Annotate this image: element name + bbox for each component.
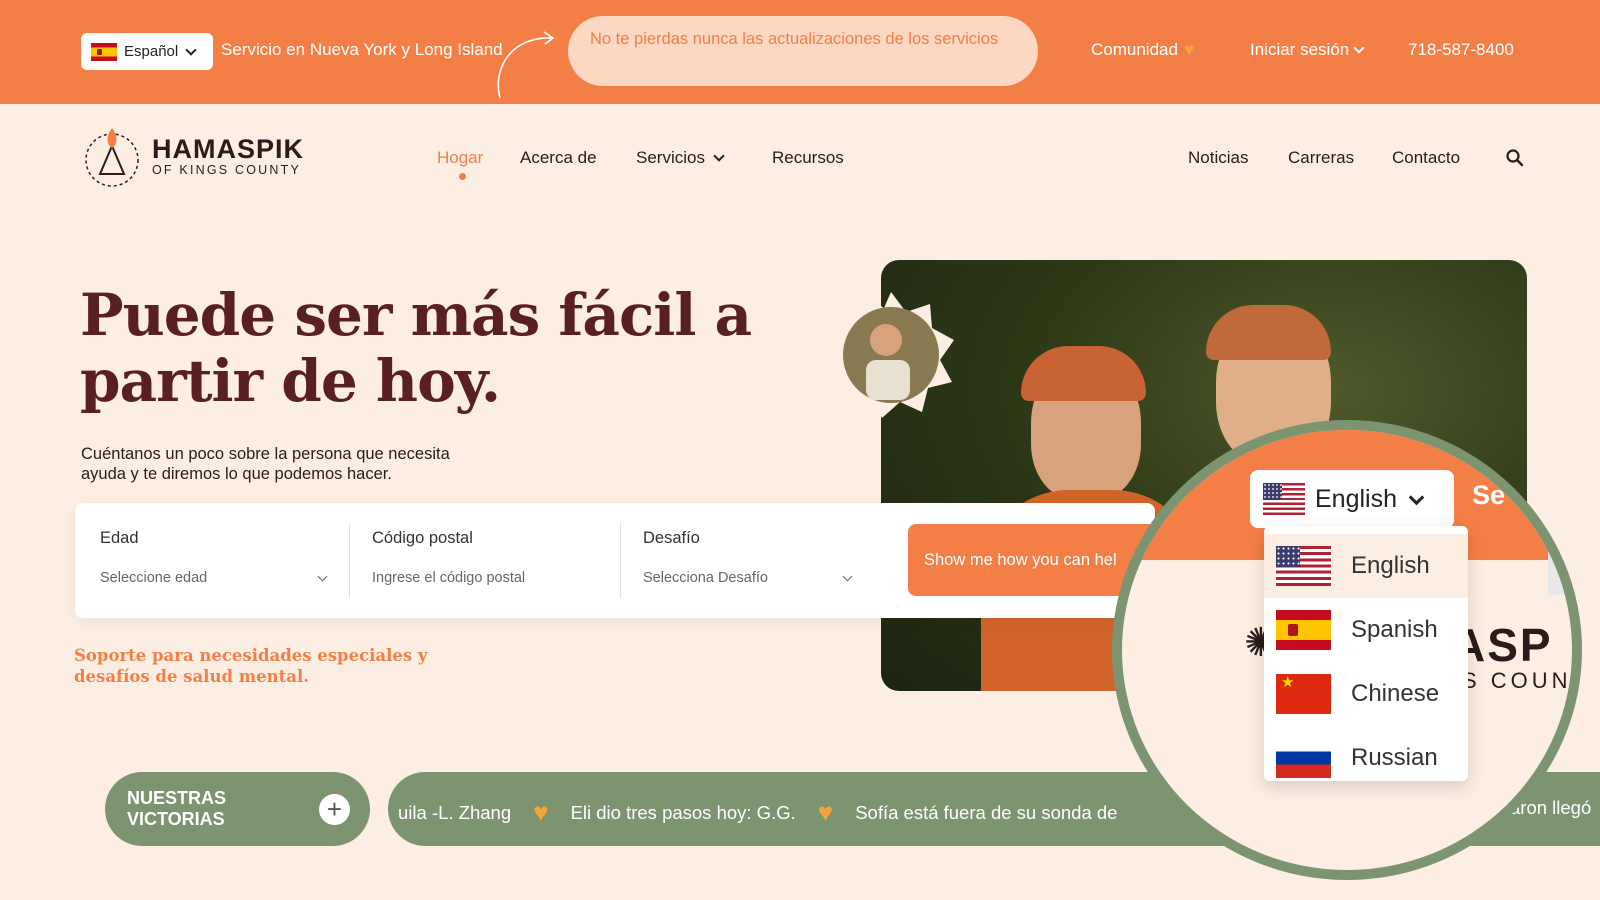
nav-contact[interactable]: Contacto [1392, 148, 1460, 168]
chevron-down-icon [185, 43, 197, 56]
top-bar: Español Servicio en Nueva York y Long Is… [0, 0, 1600, 104]
man-cap [1206, 305, 1331, 360]
us-flag-icon [1276, 546, 1331, 586]
zoom-person-figure [1542, 459, 1572, 595]
zip-label: Código postal [372, 529, 473, 547]
search-icon[interactable] [1505, 148, 1525, 168]
logo-flame-icon [85, 128, 139, 187]
nav-services[interactable]: Servicios [636, 148, 725, 168]
photo-badge [828, 292, 954, 418]
language-option-label: English [1351, 552, 1430, 579]
logo-subtitle: OF KINGS COUNTY [152, 162, 301, 177]
heart-icon: ♥ [533, 797, 549, 827]
curved-arrow-icon [497, 31, 555, 99]
hero-subtitle: Cuéntanos un poco sobre la persona que n… [81, 445, 450, 483]
victories-label: NUESTRAS VICTORIAS [127, 788, 227, 829]
language-option-spanish[interactable]: Spanish [1264, 598, 1468, 662]
heart-icon: ♥ [817, 797, 834, 827]
community-label: Comunidad [1091, 40, 1178, 59]
nav-resources[interactable]: Recursos [772, 148, 844, 168]
language-option-russian[interactable]: Russian [1264, 726, 1468, 790]
challenge-field[interactable]: Desafío Selecciona Desafío [618, 503, 876, 618]
language-option-chinese[interactable]: Chinese [1264, 662, 1468, 726]
zip-field[interactable]: Código postal Ingrese el código postal [347, 503, 617, 618]
language-selector[interactable]: Español [81, 33, 213, 70]
nav-about[interactable]: Acerca de [520, 148, 597, 168]
login-label: Iniciar sesión [1250, 40, 1350, 59]
nav-home[interactable]: Hogar [437, 148, 483, 168]
logo[interactable]: HAMASPIK OF KINGS COUNTY [80, 124, 304, 188]
russia-flag-icon [1276, 738, 1331, 778]
age-select[interactable]: Seleccione edad [100, 570, 207, 586]
phone-link[interactable]: 718-587-8400 [1408, 40, 1514, 60]
age-field[interactable]: Edad Seleccione edad [75, 503, 351, 618]
chevron-down-icon [317, 571, 328, 581]
zoom-cut-text: Se [1472, 480, 1506, 510]
language-label: Español [124, 43, 179, 60]
service-area-text: Servicio en Nueva York y Long Island [221, 40, 503, 59]
language-option-label: Russian [1351, 744, 1438, 771]
chevron-down-icon [1408, 489, 1425, 505]
challenge-select[interactable]: Selecciona Desafío [643, 570, 768, 586]
ticker-item: uila -L. Zhang [398, 801, 512, 823]
language-option-label: Spanish [1351, 616, 1438, 643]
language-option-english[interactable]: English [1264, 534, 1468, 598]
updates-notice[interactable]: No te pierdas nunca las actualizaciones … [568, 16, 1038, 86]
ticker-item: Eli dio tres pasos hoy: G.G. [570, 801, 796, 823]
nav-services-label: Servicios [636, 148, 705, 167]
chevron-down-icon [713, 150, 725, 162]
age-label: Edad [100, 529, 139, 547]
us-flag-icon [1263, 483, 1305, 515]
hero-title: Puede ser más fácil a partir de hoy. [80, 281, 752, 415]
china-flag-icon [1276, 674, 1331, 714]
chevron-down-icon [1353, 42, 1365, 54]
spain-flag-icon [1276, 610, 1331, 650]
active-indicator [459, 173, 466, 180]
nav-news[interactable]: Noticias [1188, 148, 1248, 168]
community-link[interactable]: Comunidad ♥ [1091, 40, 1194, 60]
zoom-language-selector[interactable]: English [1250, 470, 1454, 528]
ticker-item: Sofía está fuera de su sonda de [855, 801, 1118, 823]
nav-careers[interactable]: Carreras [1288, 148, 1354, 168]
plus-icon[interactable]: + [319, 794, 350, 825]
language-option-label: Chinese [1351, 680, 1440, 707]
chevron-down-icon [842, 571, 853, 581]
heart-icon: ♥ [1183, 40, 1195, 59]
victories-button[interactable]: NUESTRAS VICTORIAS + [105, 772, 370, 846]
challenge-label: Desafío [643, 529, 700, 547]
zoom-language-label: English [1315, 484, 1397, 513]
spain-flag-icon [91, 42, 117, 61]
zoom-magnifier: Se English ✺ ASP S COUN English Spanish … [1112, 420, 1582, 880]
support-text: Soporte para necesidades especiales y de… [74, 646, 428, 686]
language-dropdown: English Spanish Chinese Russian [1264, 526, 1468, 781]
zoom-brand-subtext: S COUN [1462, 668, 1572, 693]
login-link[interactable]: Iniciar sesión [1250, 40, 1365, 60]
zip-input[interactable]: Ingrese el código postal [372, 570, 525, 586]
boy-cap [1021, 346, 1146, 401]
logo-title: HAMASPIK [152, 133, 305, 164]
